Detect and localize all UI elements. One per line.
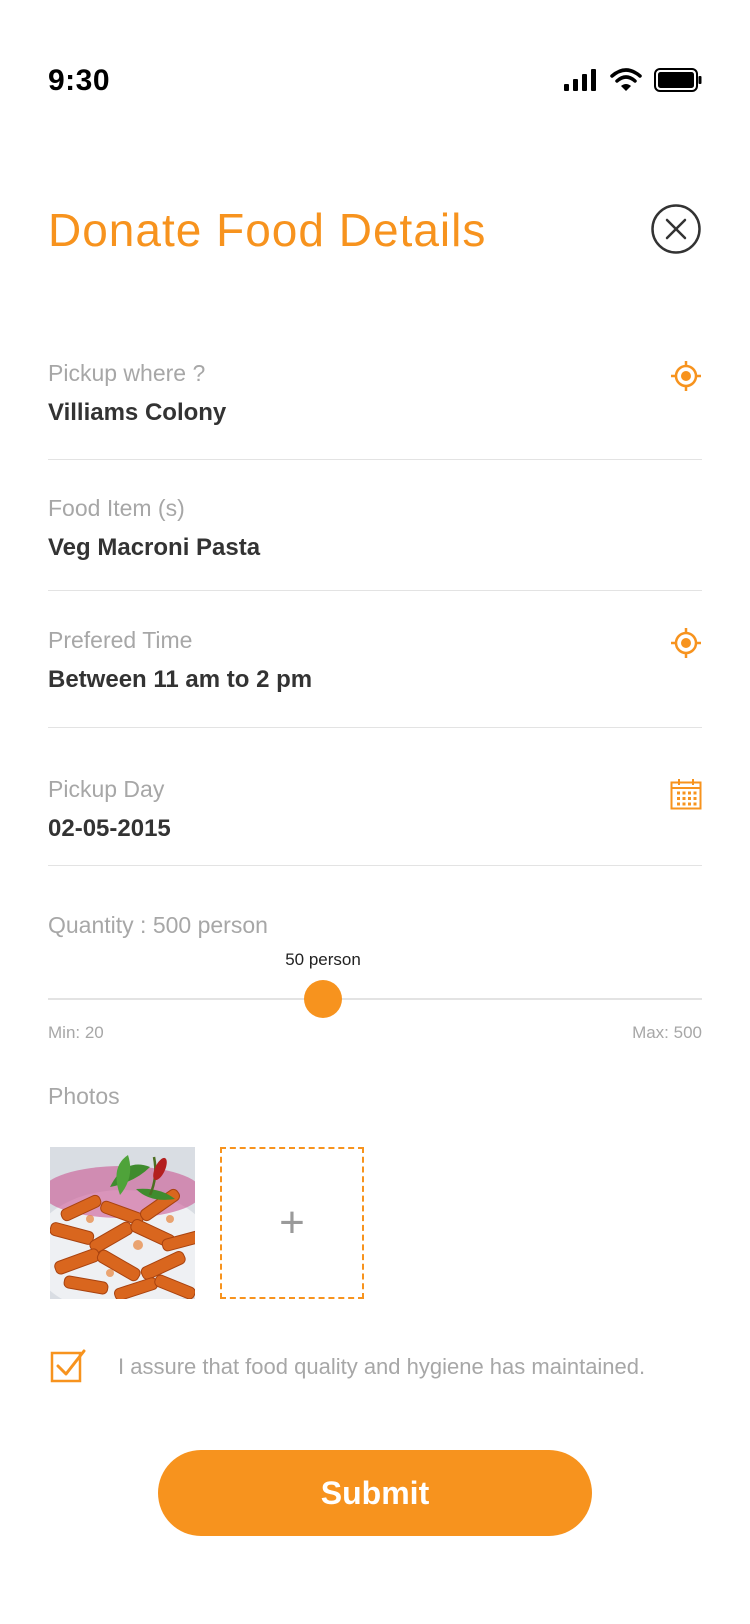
preferred-time-field[interactable]: Prefered Time Between 11 am to 2 pm	[48, 627, 702, 728]
pickup-day-value: 02-05-2015	[48, 815, 171, 842]
quantity-label: Quantity : 500 person	[48, 912, 268, 938]
pickup-day-field[interactable]: Pickup Day 02-05-2015	[48, 776, 702, 866]
slider-value-tooltip: 50 person	[285, 950, 361, 969]
header: Donate Food Details	[48, 195, 702, 265]
location-target-icon[interactable]	[670, 627, 702, 659]
pasta-photo	[50, 1147, 195, 1299]
pickup-location-label: Pickup where ?	[48, 360, 206, 386]
wifi-icon	[610, 68, 642, 91]
submit-button[interactable]: Submit	[158, 1450, 592, 1536]
slider-max-label: Max: 500	[632, 1023, 702, 1042]
quantity-slider[interactable]: 50 person Min: 20 Max: 500	[48, 950, 702, 1042]
plus-icon: +	[279, 1198, 305, 1247]
food-items-label: Food Item (s)	[48, 495, 185, 521]
slider-thumb[interactable]	[304, 980, 342, 1018]
checkbox-checked-icon[interactable]	[50, 1348, 86, 1384]
pickup-location-value: Villiams Colony	[48, 399, 227, 426]
close-icon[interactable]	[650, 203, 702, 255]
status-bar: 9:30	[0, 0, 750, 110]
assurance-text: I assure that food quality and hygiene h…	[118, 1354, 646, 1379]
page-title: Donate Food Details	[48, 204, 487, 256]
preferred-time-value: Between 11 am to 2 pm	[48, 666, 313, 693]
photo-thumbnail[interactable]	[50, 1147, 195, 1299]
photos-label: Photos	[48, 1083, 120, 1109]
status-time: 9:30	[48, 64, 111, 97]
battery-icon	[654, 68, 702, 92]
food-items-value: Veg Macroni Pasta	[48, 534, 261, 561]
location-target-icon[interactable]	[670, 360, 702, 392]
slider-track[interactable]	[48, 998, 702, 1000]
add-photo-button[interactable]: +	[220, 1147, 364, 1299]
pickup-day-label: Pickup Day	[48, 776, 165, 802]
calendar-icon[interactable]	[670, 778, 702, 810]
slider-min-label: Min: 20	[48, 1023, 104, 1042]
preferred-time-label: Prefered Time	[48, 627, 193, 653]
cellular-signal-icon	[564, 69, 596, 91]
status-icons	[564, 68, 702, 92]
food-items-field[interactable]: Food Item (s) Veg Macroni Pasta	[48, 495, 702, 591]
assurance-row[interactable]: I assure that food quality and hygiene h…	[48, 1348, 708, 1388]
pickup-location-field[interactable]: Pickup where ? Villiams Colony	[48, 360, 702, 460]
